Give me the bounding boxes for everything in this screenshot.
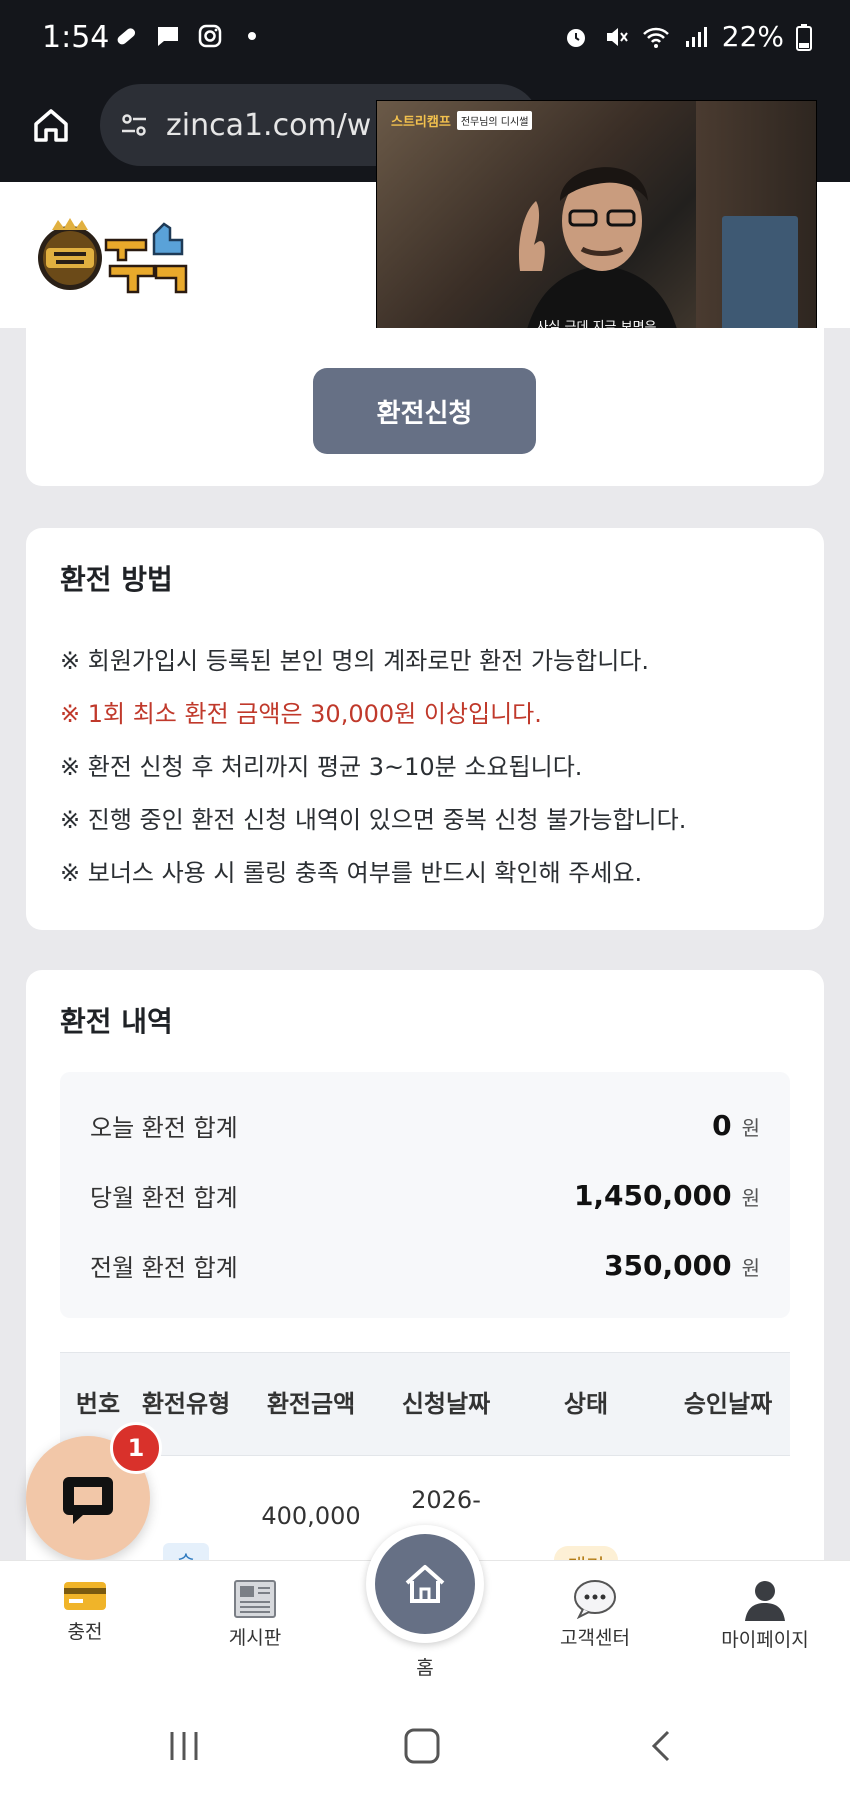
summary-value: 0 bbox=[712, 1108, 732, 1142]
battery-percent: 22% bbox=[721, 20, 784, 53]
summary-box: 오늘 환전 합계 0원 당월 환전 합계 1,450,000 원 전월 환전 합계… bbox=[60, 1072, 790, 1318]
alarm-icon bbox=[566, 28, 585, 47]
nav-board[interactable]: 게시판 bbox=[185, 1579, 325, 1650]
home-button-circle bbox=[375, 1534, 475, 1634]
request-form-card: 환전신청 bbox=[26, 328, 824, 486]
speech-bubble-icon bbox=[574, 1580, 616, 1619]
cell-amount: 400,000 bbox=[261, 1502, 361, 1530]
summary-label: 오늘 환전 합계 bbox=[90, 1113, 238, 1142]
nav-label: 마이페이지 bbox=[721, 1629, 809, 1651]
table-header: 번호 환전유형 환전금액 신청날짜 상태 승인날짜 bbox=[60, 1352, 790, 1456]
column-header-request-date: 신청날짜 bbox=[401, 1389, 491, 1418]
main-content: 환전신청 환전 방법 ※ 회원가입시 등록된 본인 명의 계좌로만 환전 가능합… bbox=[0, 328, 850, 1560]
nav-support[interactable]: 고객센터 bbox=[525, 1579, 665, 1650]
nav-label: 충전 bbox=[67, 1621, 103, 1643]
site-logo[interactable] bbox=[30, 212, 206, 302]
site-settings-icon[interactable] bbox=[118, 109, 150, 141]
user-icon bbox=[745, 1581, 785, 1621]
summary-unit: 원 bbox=[741, 1185, 760, 1210]
message-icon bbox=[158, 27, 178, 46]
summary-unit: 원 bbox=[741, 1115, 760, 1140]
rule-item: ※ 보너스 사용 시 롤링 충족 여부를 반드시 확인해 주세요. bbox=[60, 859, 643, 887]
battery-icon bbox=[796, 23, 812, 51]
nav-mypage[interactable]: 마이페이지 bbox=[695, 1579, 835, 1652]
summary-row-last-month: 전월 환전 합계 350,000 원 bbox=[90, 1230, 760, 1300]
summary-value: 1,450,000 bbox=[573, 1178, 732, 1212]
withdraw-request-button[interactable]: 환전신청 bbox=[313, 368, 536, 454]
notification-icons bbox=[112, 22, 256, 50]
home-icon bbox=[405, 1565, 445, 1603]
status-time: 1:54 bbox=[42, 20, 110, 55]
rule-item: ※ 진행 중인 환전 신청 내역이 있으면 중복 신청 불가능합니다. bbox=[60, 806, 687, 834]
rules-list: ※ 회원가입시 등록된 본인 명의 계좌로만 환전 가능합니다. ※ 1회 최소… bbox=[60, 632, 790, 897]
video-episode-tag: 전무님의 디시썰 bbox=[456, 111, 533, 130]
bottom-nav: 충전 게시판 홈 고객센터 마이페이지 bbox=[0, 1525, 850, 1694]
video-tag: 스트리캠프 전무님의 디시썰 bbox=[391, 111, 533, 130]
column-header-amount: 환전금액 bbox=[266, 1389, 356, 1418]
summary-value: 350,000 bbox=[604, 1248, 732, 1282]
chat-icon bbox=[63, 1477, 113, 1524]
recent-apps-icon[interactable] bbox=[164, 1728, 204, 1764]
nav-deposit[interactable]: 충전 bbox=[15, 1579, 155, 1644]
method-card: 환전 방법 ※ 회원가입시 등록된 본인 명의 계좌로만 환전 가능합니다. ※… bbox=[26, 528, 824, 930]
video-channel: 스트리캠프 bbox=[391, 115, 451, 130]
nav-label: 게시판 bbox=[228, 1627, 282, 1649]
cell-type: 슬 bbox=[136, 1456, 236, 1560]
summary-unit: 원 bbox=[741, 1255, 760, 1280]
status-badge: 대기 bbox=[553, 1545, 619, 1560]
system-nav-bar bbox=[0, 1694, 850, 1794]
rule-item: ※ 환전 신청 후 처리까지 평균 3~10분 소요됩니다. bbox=[60, 753, 583, 781]
browser-home-icon[interactable] bbox=[28, 102, 74, 148]
pip-video[interactable]: 스트리캠프 전무님의 디시썰 사실 근데 지금 보면은 bbox=[376, 100, 817, 348]
url-text: zinca1.com/w bbox=[166, 107, 372, 143]
cell-status: 대기 bbox=[506, 1456, 666, 1560]
cell-approved-date bbox=[666, 1456, 790, 1560]
wifi-icon bbox=[642, 27, 669, 48]
more-notifications-icon bbox=[248, 32, 256, 40]
summary-label: 당월 환전 합계 bbox=[90, 1183, 238, 1212]
mute-icon bbox=[606, 27, 628, 46]
home-nav-icon[interactable] bbox=[402, 1728, 442, 1764]
back-icon[interactable] bbox=[642, 1728, 682, 1764]
summary-row-today: 오늘 환전 합계 0원 bbox=[90, 1090, 760, 1160]
rule-item-minimum: ※ 1회 최소 환전 금액은 30,000원 이상입니다. bbox=[60, 700, 542, 728]
rule-item: ※ 회원가입시 등록된 본인 명의 계좌로만 환전 가능합니다. bbox=[60, 647, 649, 675]
chat-unread-badge: 1 bbox=[110, 1422, 162, 1474]
history-title: 환전 내역 bbox=[60, 1005, 173, 1038]
pill-icon bbox=[117, 28, 136, 45]
column-header-approved-date: 승인날짜 bbox=[683, 1389, 773, 1418]
status-bar: 1:54 22% bbox=[0, 0, 850, 80]
newspaper-icon bbox=[234, 1580, 276, 1618]
instagram-icon bbox=[198, 24, 222, 48]
summary-label: 전월 환전 합계 bbox=[90, 1253, 238, 1282]
nav-label: 고객센터 bbox=[560, 1627, 630, 1649]
nav-home-label: 홈 bbox=[416, 1657, 434, 1679]
system-status: 22% bbox=[562, 20, 812, 53]
credit-card-icon bbox=[64, 1582, 106, 1610]
method-title: 환전 방법 bbox=[60, 563, 173, 596]
signal-icon bbox=[685, 26, 707, 47]
column-header-status: 상태 bbox=[563, 1389, 609, 1418]
summary-row-month: 당월 환전 합계 1,450,000 원 bbox=[90, 1160, 760, 1230]
nav-home[interactable] bbox=[366, 1525, 484, 1643]
type-badge: 슬 bbox=[162, 1542, 210, 1560]
